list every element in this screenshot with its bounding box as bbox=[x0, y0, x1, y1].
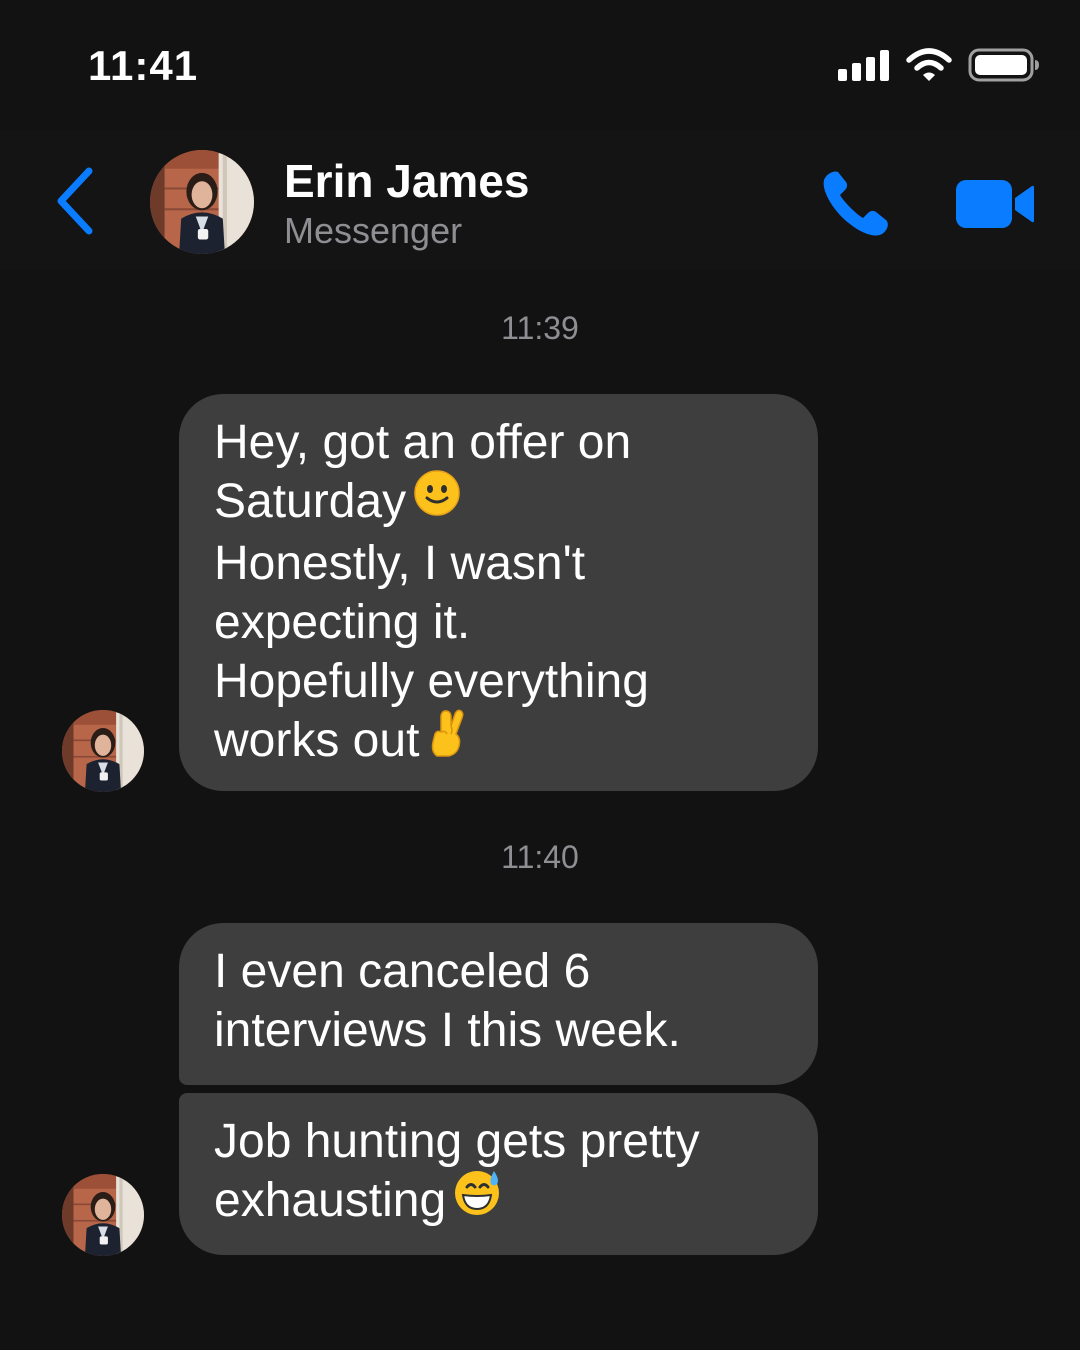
chat-header: Erin James Messenger bbox=[0, 130, 1080, 270]
phone-icon bbox=[818, 171, 892, 244]
chevron-left-icon bbox=[55, 167, 95, 240]
status-bar: 11:41 bbox=[0, 0, 1080, 130]
grinning-face-with-sweat-emoji bbox=[454, 1168, 502, 1230]
message-line: expecting it. bbox=[214, 596, 471, 650]
message-line: interviews I this week. bbox=[214, 1004, 681, 1057]
contact-subtitle: Messenger bbox=[284, 210, 463, 251]
message-line: I even canceled 6 bbox=[214, 945, 591, 998]
crossed-fingers-emoji bbox=[427, 708, 467, 772]
message-bubble[interactable]: Job hunting gets pretty exhausting bbox=[179, 1093, 818, 1255]
video-camera-icon bbox=[952, 180, 1038, 238]
message-line: exhausting bbox=[214, 1174, 447, 1227]
timestamp: 11:40 bbox=[501, 839, 579, 875]
status-icons bbox=[838, 48, 1040, 87]
message-line: works out bbox=[214, 714, 420, 768]
battery-icon bbox=[968, 48, 1040, 87]
sender-avatar[interactable] bbox=[62, 1174, 144, 1256]
back-button[interactable] bbox=[48, 167, 102, 240]
message-line: Saturday bbox=[214, 475, 407, 528]
contact-name[interactable]: Erin James bbox=[284, 154, 529, 208]
cellular-signal-icon bbox=[838, 49, 890, 86]
slightly-smiling-face-emoji bbox=[414, 470, 460, 530]
message-line: Hopefully everything bbox=[214, 655, 649, 709]
message-line: Hey, got an offer on bbox=[214, 416, 632, 469]
voice-call-button[interactable] bbox=[818, 166, 892, 240]
sender-avatar[interactable] bbox=[62, 710, 144, 792]
message-line: Job hunting gets pretty bbox=[214, 1115, 700, 1168]
contact-avatar[interactable] bbox=[150, 150, 254, 254]
wifi-icon bbox=[906, 48, 952, 87]
message-bubble[interactable]: Hey, got an offer on Saturday Honestly, … bbox=[179, 394, 818, 791]
message-bubble[interactable]: I even canceled 6 interviews I this week… bbox=[179, 923, 818, 1085]
message-line: Honestly, I wasn't bbox=[214, 537, 586, 591]
video-call-button[interactable] bbox=[952, 174, 1038, 234]
status-time: 11:41 bbox=[88, 42, 199, 89]
timestamp: 11:39 bbox=[501, 310, 579, 346]
